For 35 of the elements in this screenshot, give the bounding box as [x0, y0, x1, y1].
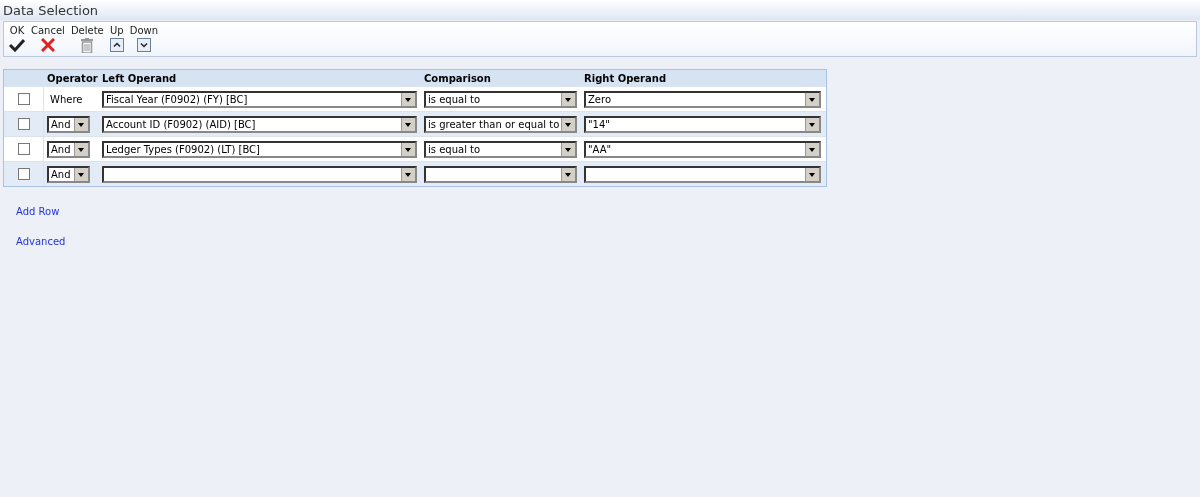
- toolbar-button[interactable]: Down: [127, 25, 161, 52]
- operator-dropdown[interactable]: And: [47, 165, 90, 183]
- right-operand-dropdown[interactable]: Zero: [584, 90, 821, 108]
- left-operand-dropdown[interactable]: [102, 165, 417, 183]
- close-icon: [40, 38, 55, 52]
- toolbar-button[interactable]: Cancel: [29, 25, 67, 52]
- trash-icon: [81, 38, 94, 53]
- checkmark-icon: [9, 38, 25, 52]
- toolbar-button[interactable]: Delete: [68, 25, 106, 53]
- operator-dropdown[interactable]: And: [47, 115, 90, 133]
- right-operand-dropdown[interactable]: "AA": [584, 140, 821, 158]
- column-header: Operator: [46, 72, 99, 84]
- operator-text: Where: [49, 93, 83, 105]
- column-header: Right Operand: [583, 72, 668, 84]
- left-operand-dropdown[interactable]: Fiscal Year (F0902) (FY) [BC]: [102, 90, 417, 108]
- checkbox[interactable]: [17, 118, 30, 130]
- comparison-dropdown[interactable]: [424, 165, 577, 183]
- column-header: Left Operand: [101, 72, 178, 84]
- toolbar-button[interactable]: OK: [7, 25, 27, 52]
- checkbox[interactable]: [17, 93, 30, 105]
- left-operand-dropdown[interactable]: Ledger Types (F0902) (LT) [BC]: [102, 140, 417, 158]
- operator-dropdown[interactable]: And: [47, 140, 90, 158]
- link[interactable]: Advanced: [16, 236, 66, 247]
- link[interactable]: Add Row: [16, 206, 60, 217]
- column-header: Comparison: [423, 72, 492, 84]
- left-operand-dropdown[interactable]: Account ID (F0902) (AID) [BC]: [102, 115, 417, 133]
- right-operand-dropdown[interactable]: "14": [584, 115, 821, 133]
- comparison-dropdown[interactable]: is greater than or equal to: [424, 115, 577, 133]
- toolbar-button[interactable]: Up: [107, 25, 126, 52]
- checkbox[interactable]: [17, 143, 30, 155]
- comparison-dropdown[interactable]: is equal to: [424, 140, 577, 158]
- page-title: Data Selection: [3, 2, 99, 18]
- right-operand-dropdown[interactable]: [584, 165, 821, 183]
- comparison-dropdown[interactable]: is equal to: [424, 90, 577, 108]
- checkbox[interactable]: [17, 168, 30, 180]
